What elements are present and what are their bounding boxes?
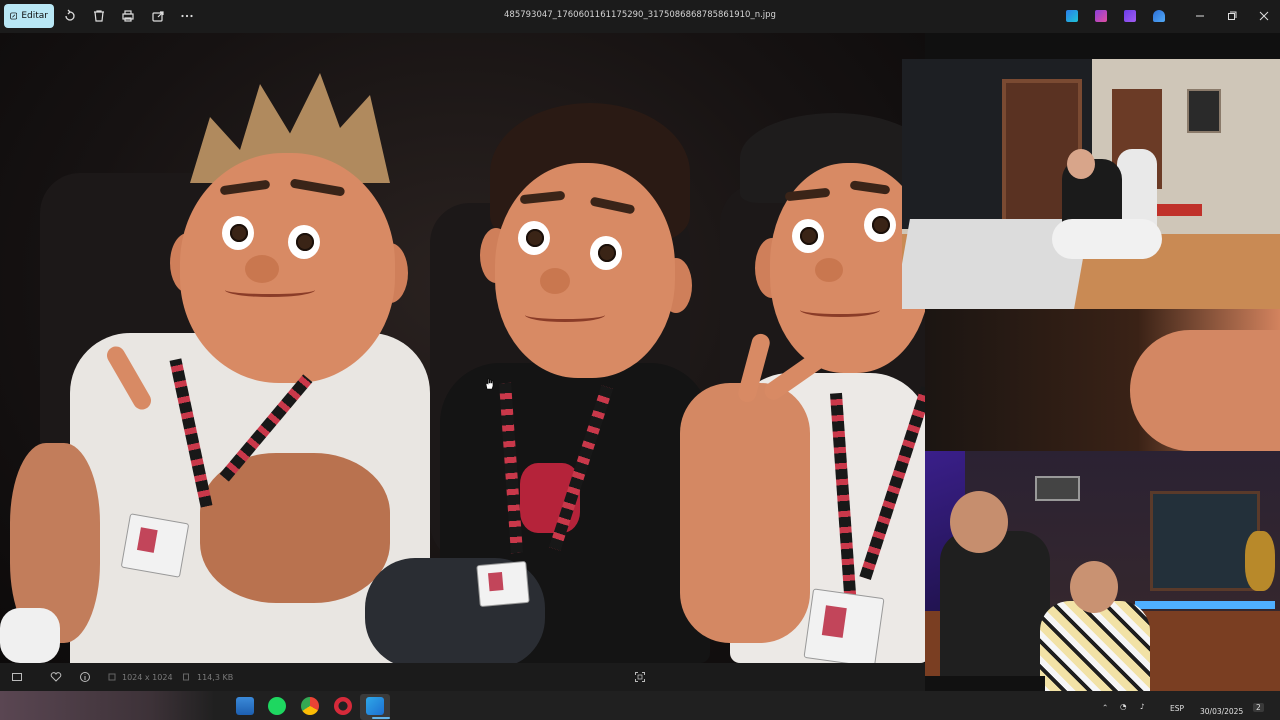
file-size-icon — [183, 673, 189, 681]
webcam-overlay-top — [902, 59, 1280, 309]
minimize-button[interactable] — [1186, 6, 1214, 26]
clipchamp-icon[interactable] — [1066, 10, 1078, 22]
hand-cursor-icon — [485, 378, 494, 390]
cam1-rug — [1157, 204, 1202, 216]
left-character-mouth — [225, 283, 315, 297]
maximize-button[interactable] — [1218, 6, 1246, 26]
image-dimensions: 1024 x 1024 — [122, 673, 173, 682]
wifi-icon[interactable]: ◔ — [1120, 702, 1127, 711]
cam2-frame — [1035, 476, 1080, 501]
cam2-person-left-head — [950, 491, 1008, 553]
rotate-button[interactable] — [62, 8, 78, 24]
language-indicator[interactable]: ESP — [1170, 704, 1184, 713]
edit-icon — [10, 12, 18, 20]
file-name: 485793047_1760601161175290_3175086868785… — [504, 10, 776, 20]
notification-count[interactable]: 2 — [1253, 703, 1264, 712]
right-character-badge — [803, 588, 885, 663]
onedrive-icon[interactable] — [1153, 10, 1165, 22]
file-info-button[interactable] — [78, 670, 92, 684]
file-size: 114,3 KB — [197, 673, 234, 682]
cam2-led-strip — [1135, 601, 1275, 609]
cam1-person-pants — [1052, 219, 1162, 259]
share-icon — [152, 11, 164, 22]
restore-icon — [1228, 11, 1237, 20]
right-character-eye-right — [864, 208, 896, 242]
middle-character-eye-right — [590, 236, 622, 270]
close-button[interactable] — [1250, 6, 1278, 26]
minimize-icon — [1196, 15, 1204, 17]
taskbar-store-icon[interactable] — [236, 697, 254, 715]
taskbar-app-icon[interactable] — [334, 697, 352, 715]
photo-toolbar: Editar 485793047_1760601161175290_317508… — [0, 0, 1280, 33]
left-character-sneaker — [0, 608, 60, 663]
ellipsis-icon — [181, 14, 193, 18]
trash-icon — [94, 10, 104, 22]
rotate-icon — [65, 9, 75, 21]
middle-character-badge — [476, 560, 530, 608]
favorite-button[interactable] — [49, 670, 63, 684]
taskbar-search-area[interactable] — [0, 691, 215, 720]
cam1-poster — [1187, 89, 1221, 133]
photos-ai-icon[interactable] — [1124, 10, 1136, 22]
fit-to-window-button[interactable] — [633, 670, 647, 684]
close-icon — [1259, 11, 1269, 21]
tray-chevron-icon[interactable]: ⌃ — [1102, 703, 1108, 712]
taskbar-spotify-icon[interactable] — [268, 697, 286, 715]
middle-character-mouth — [525, 308, 605, 322]
left-character-head — [180, 153, 395, 383]
cam1-person-head — [1067, 149, 1095, 179]
taskbar-photos-icon[interactable] — [366, 697, 384, 715]
filmstrip-icon — [12, 673, 22, 681]
filmstrip-button[interactable] — [10, 670, 24, 684]
left-character-nose — [245, 255, 279, 283]
printer-icon — [122, 10, 134, 22]
right-character-mouth — [800, 303, 880, 317]
print-button[interactable] — [120, 8, 136, 24]
left-character-badge — [120, 513, 190, 578]
edit-button[interactable]: Editar — [4, 4, 54, 28]
fit-screen-icon — [635, 672, 645, 682]
right-character-hand-duplicate — [1130, 330, 1280, 451]
left-character-eye-left — [222, 216, 254, 250]
photos-app-window: Editar 485793047_1760601161175290_317508… — [0, 0, 1280, 720]
taskbar-active-underline — [372, 717, 390, 719]
volume-icon[interactable]: ♪ — [1140, 702, 1145, 711]
cam2-window — [1150, 491, 1260, 591]
right-character-nose — [815, 258, 843, 282]
edit-button-label: Editar — [21, 11, 48, 21]
resolution-icon — [108, 673, 116, 681]
webcam-overlay-bottom — [925, 451, 1280, 706]
taskbar-chrome-icon[interactable] — [301, 697, 319, 715]
heart-icon — [50, 672, 62, 682]
more-options-button[interactable] — [179, 8, 195, 24]
tray-date[interactable]: 30/03/2025 — [1200, 707, 1243, 716]
left-character-eye-right — [288, 225, 320, 259]
right-character-eye-left — [792, 219, 824, 253]
share-button[interactable] — [150, 8, 166, 24]
cam2-bear-figure — [1245, 531, 1275, 591]
right-character-arm — [680, 383, 810, 643]
delete-button[interactable] — [91, 8, 107, 24]
image-canvas[interactable] — [0, 33, 925, 663]
designer-icon[interactable] — [1095, 10, 1107, 22]
middle-character-eye-left — [518, 221, 550, 255]
info-icon — [80, 672, 90, 682]
middle-character-nose — [540, 268, 570, 294]
cam2-person-right-head — [1070, 561, 1118, 613]
